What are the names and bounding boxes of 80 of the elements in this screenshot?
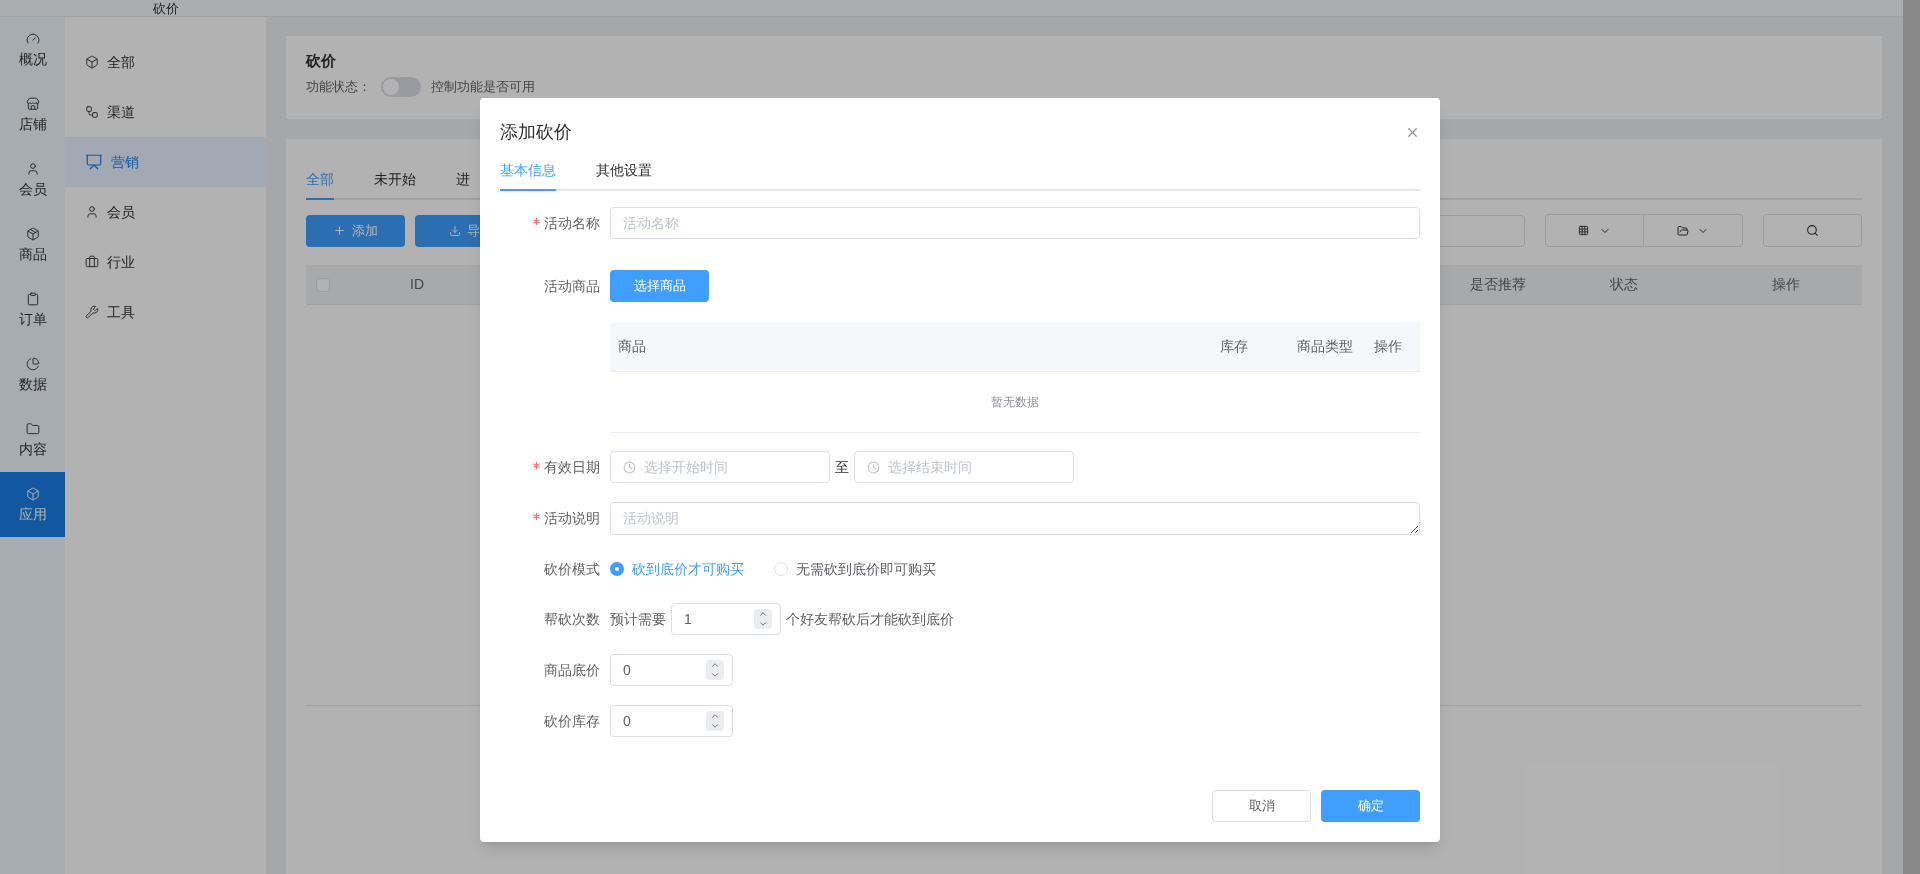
nav-rail-item[interactable]: 概况 [0,17,65,82]
dialog-tab[interactable]: 其他设置 [596,160,652,191]
grid-icon [1578,225,1589,236]
column-header: 是否推荐 [1470,275,1527,294]
field-label: 活动说明 [544,508,600,528]
package-icon [25,227,40,241]
nav-rail-item[interactable]: 订单 [0,277,65,342]
sub-sidebar-item[interactable]: 全部 [65,37,266,87]
required-mark-icon [533,512,540,520]
folder-icon [25,422,40,436]
wrench-icon [85,305,99,319]
status-label: 功能状态： [306,77,371,96]
number-field[interactable]: 1 [671,603,781,635]
dialog-title: 添加砍价 [500,121,572,144]
clock-icon [623,460,636,474]
clock-icon [867,460,880,474]
nav-rail-item[interactable]: 数据 [0,342,65,407]
radio-option[interactable]: 无需砍到底价即可购买 [774,558,936,580]
box-icon [25,487,40,501]
folder-dropdown[interactable] [1644,214,1743,247]
sub-sidebar-item[interactable]: 会员 [65,187,266,237]
field-label: 商品底价 [544,660,600,680]
list-tab[interactable]: 未开始 [374,169,416,200]
gauge-icon [25,32,40,46]
close-icon[interactable] [1405,125,1420,140]
sub-sidebar-item[interactable]: 渠道 [65,87,266,137]
briefcase-icon [85,255,99,269]
field-label: 活动名称 [544,213,600,233]
nav-rail-item[interactable]: 内容 [0,407,65,472]
box-icon [85,55,99,69]
search-button[interactable] [1763,214,1862,247]
user-icon [85,205,99,219]
required-mark-icon [533,217,540,225]
list-tab[interactable]: 进 [456,169,470,200]
column-header: 操作 [1373,337,1403,356]
stepper-icon[interactable] [706,660,724,680]
field-label: 有效日期 [544,457,600,477]
sub-sidebar-item[interactable]: 行业 [65,237,266,287]
nav-rail-item[interactable]: 商品 [0,212,65,277]
download-icon [449,224,461,237]
clipboard-icon [25,292,40,306]
stepper-icon[interactable] [754,609,772,629]
column-header: 库存 [1220,337,1249,356]
field-label: 活动商品 [544,276,600,296]
nav-rail-item[interactable]: 应用 [0,472,65,537]
scrollbar[interactable] [1903,0,1920,874]
number-field[interactable]: 0 [610,705,733,737]
nav-rail-item[interactable]: 会员 [0,147,65,212]
field-label: 砍价库存 [544,711,600,731]
nav-rail-item[interactable]: 店铺 [0,82,65,147]
cancel-button[interactable]: 取消 [1212,790,1311,822]
field-label: 砍价模式 [544,559,600,579]
grid-dropdown[interactable] [1545,214,1644,247]
search-icon [1806,224,1819,237]
user-icon [25,162,40,176]
required-mark-icon [533,461,540,469]
stepper-icon[interactable] [706,711,724,731]
empty-text: 暂无数据 [991,394,1039,411]
column-header: 操作 [1772,275,1801,294]
number-field[interactable]: 0 [610,654,733,686]
field-label: 帮砍次数 [544,609,600,629]
plus-icon [333,224,346,237]
text-input[interactable]: 活动名称 [610,207,1420,239]
range-separator: 至 [834,457,850,477]
prefix-text: 预计需要 [610,609,666,629]
column-header: 商品类型 [1296,337,1354,356]
pie-chart-icon [25,357,40,371]
column-header: ID [410,275,424,294]
header-checkbox[interactable] [316,277,330,292]
column-header: 状态 [1610,275,1639,294]
suffix-text: 个好友帮砍后才能砍到底价 [786,609,954,629]
feature-toggle[interactable] [381,76,421,97]
column-header: 商品 [617,337,647,356]
folder-icon [1677,224,1689,237]
store-icon [25,97,40,111]
description-textarea[interactable]: 活动说明 [610,502,1420,535]
page-title: 砍价 [152,0,179,16]
card-title: 砍价 [306,51,337,71]
feature-hint: 控制功能是否可用 [431,77,535,96]
sub-sidebar-item[interactable]: 工具 [65,287,266,337]
